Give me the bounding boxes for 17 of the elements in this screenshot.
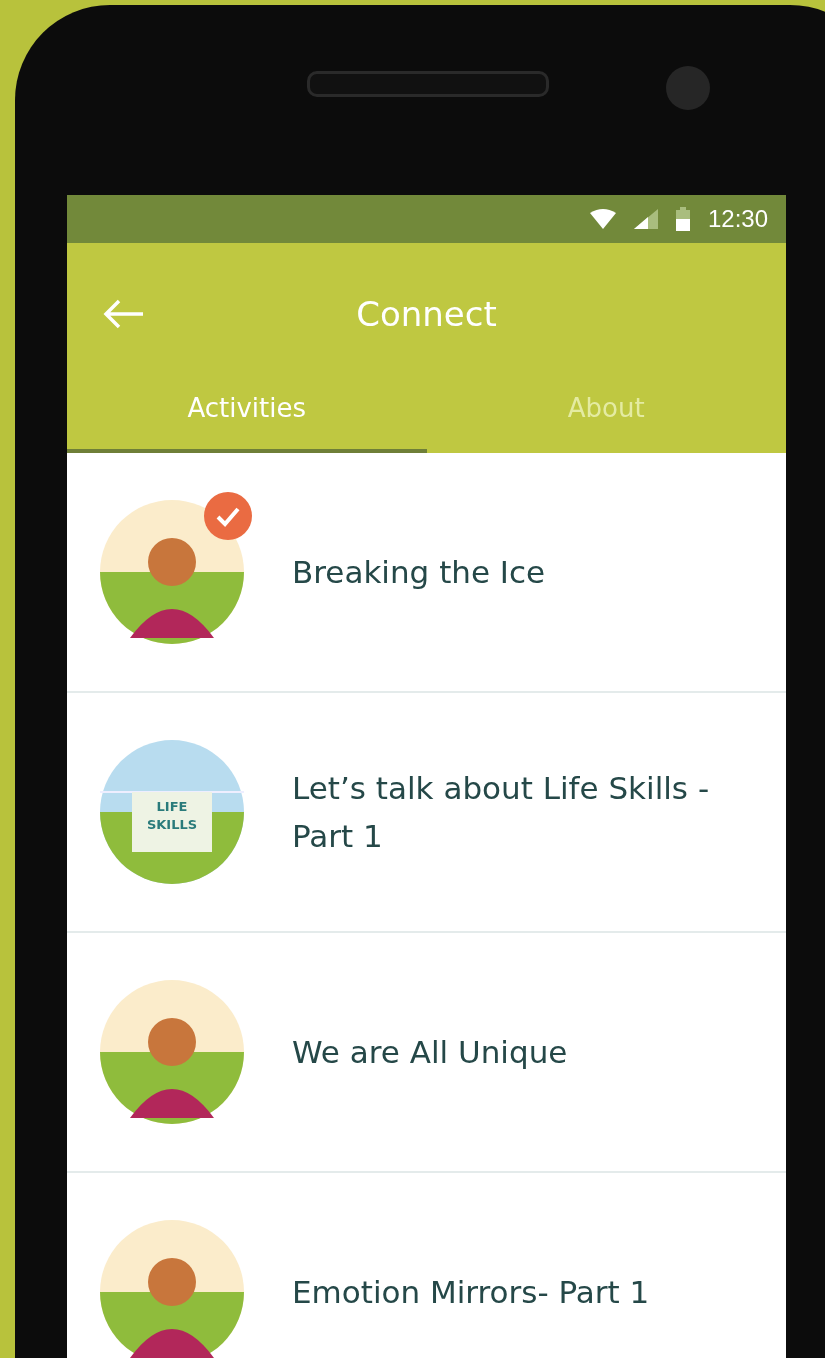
clock-time: 12:30 xyxy=(707,205,768,233)
activity-title: We are All Unique xyxy=(292,1033,569,1072)
activity-row[interactable]: Emotion Mirrors- Part 1 xyxy=(67,1173,786,1358)
activity-row[interactable]: We are All Unique xyxy=(67,933,786,1173)
activity-title: Let’s talk about Life Skills - Part 1 xyxy=(292,769,711,856)
camera-lens xyxy=(666,66,710,110)
activity-title: Emotion Mirrors- Part 1 xyxy=(292,1273,651,1312)
activity-title: Breaking the Ice xyxy=(292,553,547,592)
activity-row[interactable]: LIFE SKILLS Let’s talk about Life Skills - Part 1 xyxy=(67,693,786,933)
wifi-icon xyxy=(589,209,616,229)
activity-row[interactable]: Breaking the Ice xyxy=(67,453,786,693)
signal-icon xyxy=(633,209,658,229)
screen-title: Connect xyxy=(356,294,497,334)
sign-text: SKILLS xyxy=(146,816,198,834)
back-arrow-icon[interactable] xyxy=(103,299,145,329)
battery-icon xyxy=(675,207,690,231)
sign-text: LIFE xyxy=(156,798,188,816)
